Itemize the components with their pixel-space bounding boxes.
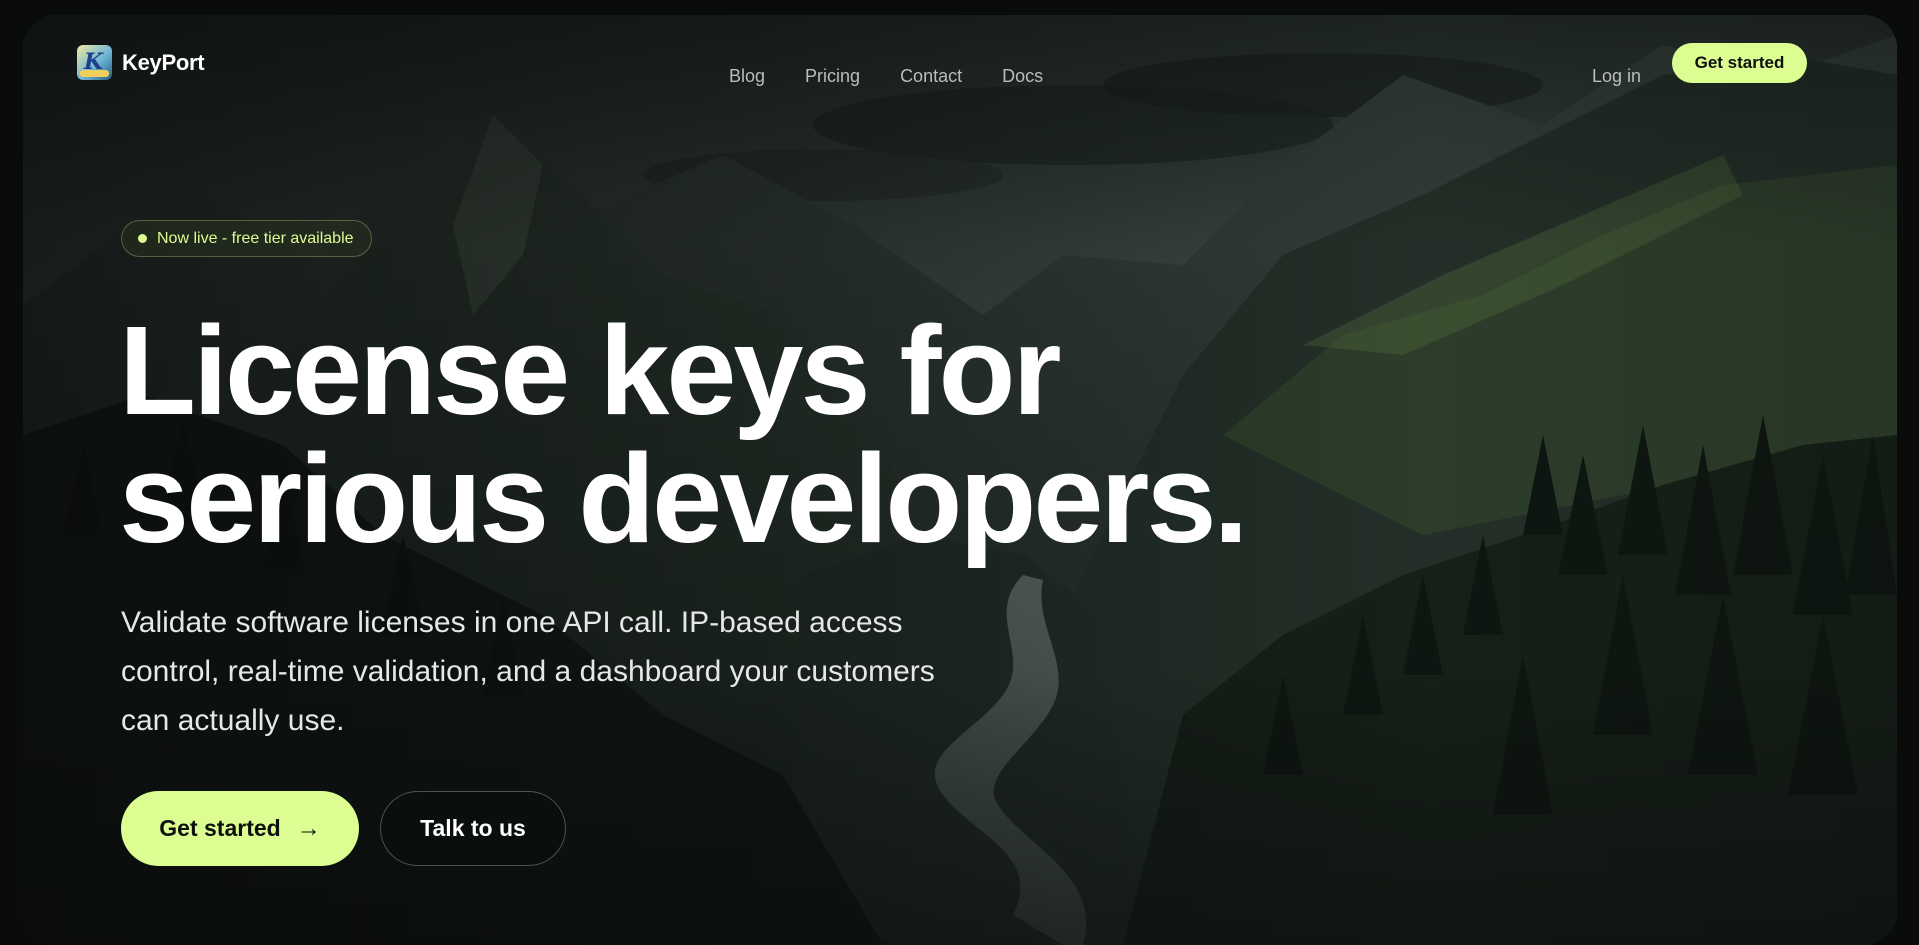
nav-links: Blog Pricing Contact Docs bbox=[729, 66, 1043, 87]
status-badge-text: Now live - free tier available bbox=[157, 229, 354, 247]
live-dot-icon bbox=[138, 234, 147, 243]
hero-subheadline: Validate software licenses in one API ca… bbox=[121, 606, 935, 737]
top-navigation: K KeyPort Blog Pricing Contact Docs Log … bbox=[0, 0, 1919, 126]
nav-link-docs[interactable]: Docs bbox=[1002, 66, 1043, 87]
keyport-logo-icon: K bbox=[77, 45, 112, 80]
nav-link-contact[interactable]: Contact bbox=[900, 66, 962, 87]
arrow-right-icon: → bbox=[296, 814, 321, 842]
nav-link-pricing[interactable]: Pricing bbox=[805, 66, 860, 87]
hero-get-started-button[interactable]: Get started → bbox=[121, 791, 359, 866]
login-link[interactable]: Log in bbox=[1592, 66, 1641, 87]
nav-get-started-button[interactable]: Get started bbox=[1672, 43, 1807, 83]
hero-headline: License keys for serious developers. bbox=[119, 307, 1419, 563]
nav-link-blog[interactable]: Blog bbox=[729, 66, 765, 87]
status-badge: Now live - free tier available bbox=[121, 220, 372, 257]
hero-headline-line-1: License keys for bbox=[119, 300, 1062, 441]
hero-get-started-label: Get started bbox=[159, 815, 281, 841]
talk-to-us-button[interactable]: Talk to us bbox=[380, 791, 566, 866]
brand-name: KeyPort bbox=[122, 49, 205, 75]
brand-home-link[interactable]: K KeyPort bbox=[77, 45, 205, 80]
hero-headline-line-2: serious developers. bbox=[119, 428, 1249, 569]
